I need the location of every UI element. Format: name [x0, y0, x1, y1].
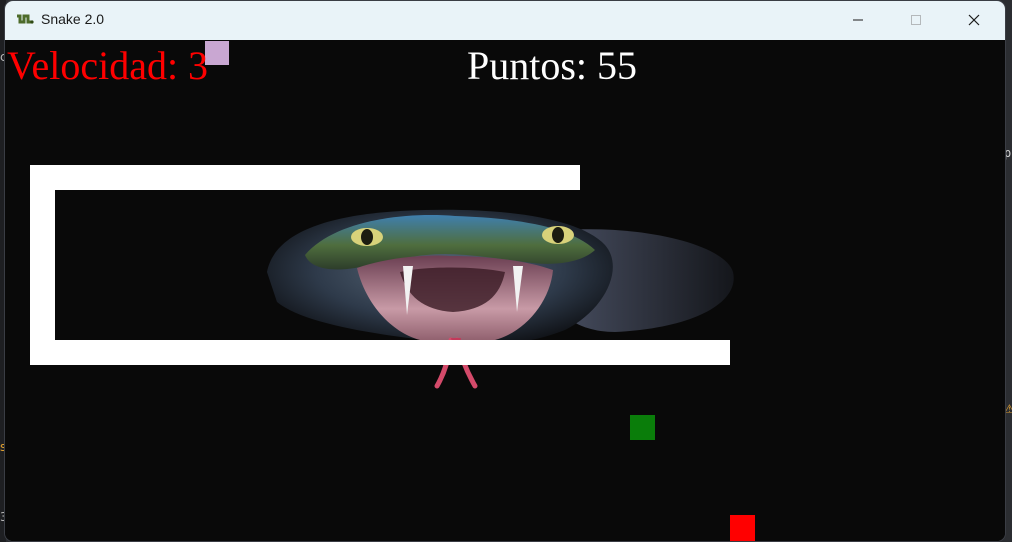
minimize-button[interactable] [829, 1, 887, 40]
maximize-button[interactable] [887, 1, 945, 40]
maximize-icon [910, 11, 922, 30]
close-icon [968, 11, 980, 30]
cobra-head-image [267, 209, 734, 389]
snake-segment-bottom [30, 340, 730, 365]
game-window: Snake 2.0 Velocidad: 3 Puntos: 55 [5, 1, 1005, 541]
bonus-item [730, 515, 755, 541]
window-title: Snake 2.0 [41, 11, 105, 27]
background-warning-icon: ⚠ [1004, 402, 1012, 416]
background-text-right: py [1004, 146, 1012, 160]
food-item [630, 415, 655, 440]
title-bar[interactable]: Snake 2.0 [5, 1, 1005, 40]
score-label: Puntos: 55 [467, 43, 638, 88]
game-canvas[interactable]: Velocidad: 3 Puntos: 55 [5, 40, 1005, 541]
snake-head-marker [205, 41, 229, 65]
desktop-edge-right [1004, 0, 1012, 542]
speed-label: Velocidad: 3 [7, 43, 209, 88]
close-button[interactable] [945, 1, 1003, 40]
snake-segment-left [30, 190, 55, 365]
snake-segment-top [30, 165, 580, 190]
snake-app-icon [16, 12, 34, 27]
minimize-icon [852, 11, 864, 30]
